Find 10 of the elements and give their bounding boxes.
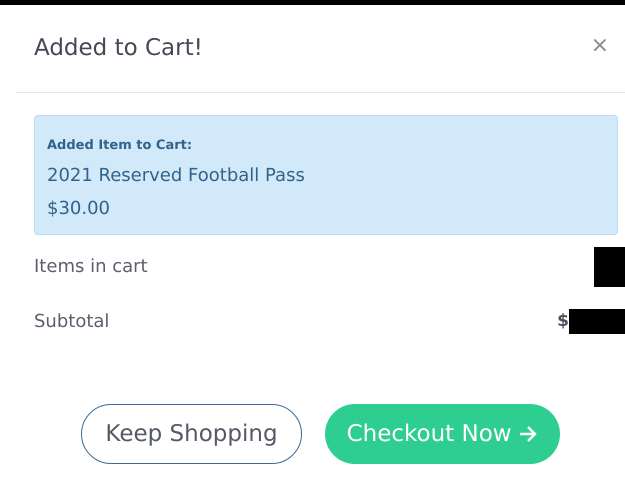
item-price: $30.00 bbox=[47, 196, 111, 220]
close-button[interactable]: × bbox=[590, 35, 609, 57]
alert-heading: Added Item to Cart: bbox=[47, 137, 194, 155]
checkout-button[interactable]: Checkout Now bbox=[324, 404, 560, 464]
summary-value: $ bbox=[557, 310, 569, 333]
summary-label: Subtotal bbox=[34, 310, 110, 334]
summary-label: Items in cart bbox=[34, 255, 148, 279]
keep-shopping-button[interactable]: Keep Shopping bbox=[81, 404, 302, 464]
item-name: 2021 Reserved Football Pass bbox=[47, 164, 306, 188]
modal-title: Added to Cart! bbox=[34, 35, 203, 63]
